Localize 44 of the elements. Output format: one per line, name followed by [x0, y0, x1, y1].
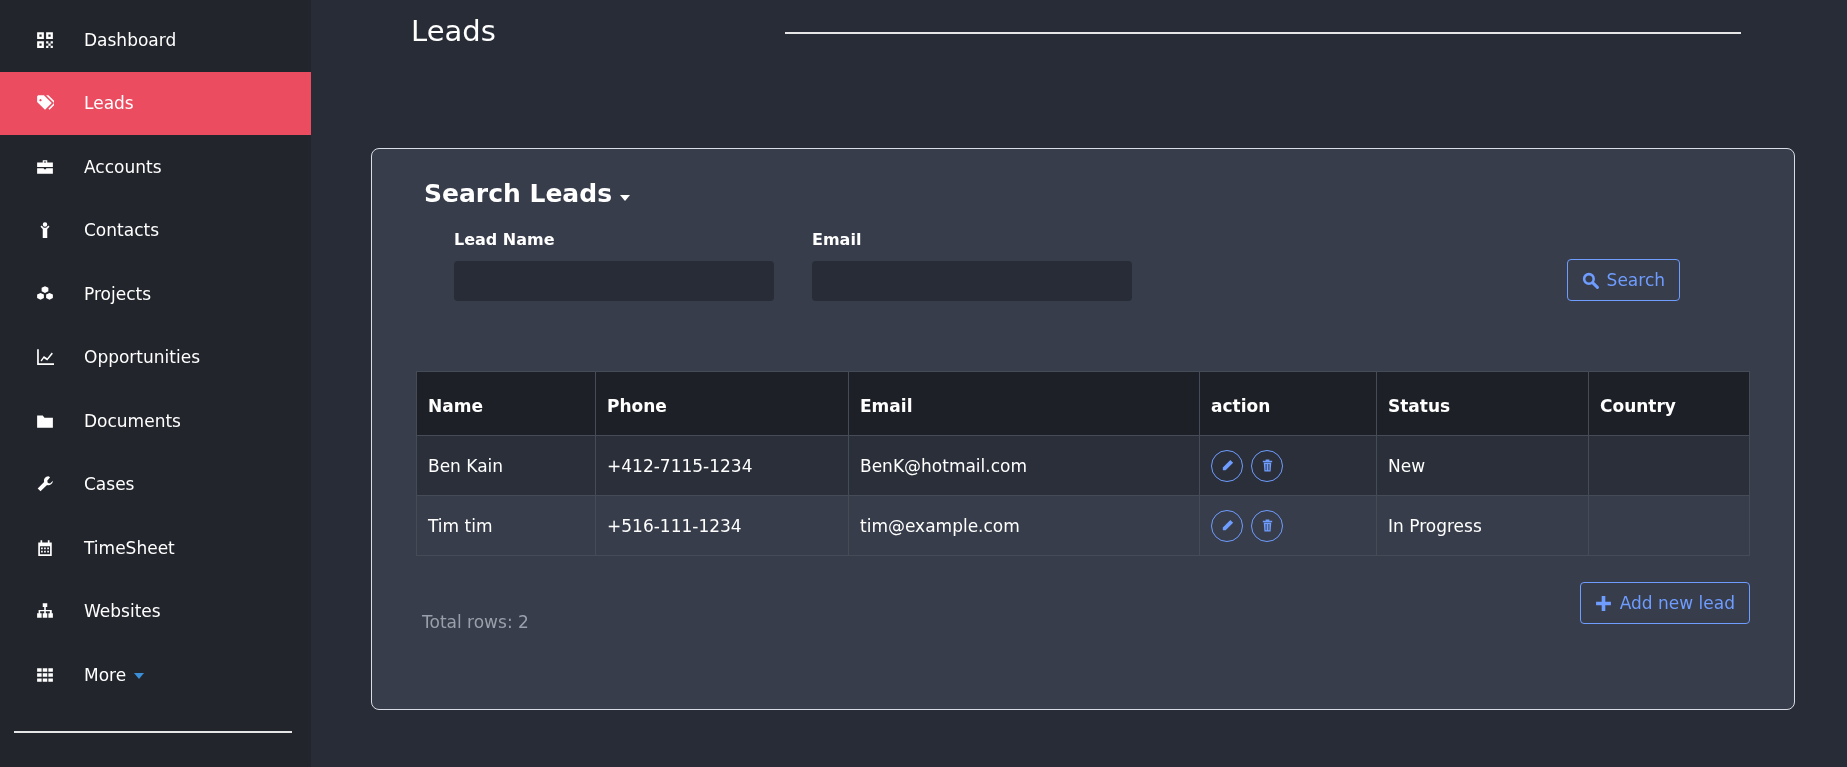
table-cell: +412-7115-1234 [595, 435, 849, 496]
table-cell: Ben Kain [416, 435, 596, 496]
grid-icon [36, 665, 54, 684]
panel-title: Search Leads [424, 179, 612, 208]
line-chart-icon [36, 348, 54, 367]
sidebar-item[interactable]: Cases [0, 452, 311, 516]
search-button[interactable]: Search [1566, 259, 1680, 301]
table-cell: tim@example.com [848, 495, 1200, 556]
column-header: action [1199, 371, 1377, 436]
caret-icon[interactable] [620, 194, 630, 201]
sidebar-item[interactable]: Leads [0, 71, 311, 135]
table-cell: In Progress [1376, 495, 1589, 556]
wrench-icon [36, 475, 54, 494]
row-count: Total rows: 2 [422, 612, 529, 632]
sidebar-item[interactable]: Contacts [0, 198, 311, 262]
column-header: Country [1588, 371, 1750, 436]
sidebar-item[interactable]: Dashboard [0, 8, 311, 72]
plus-icon [1594, 594, 1612, 612]
table-cell: New [1376, 435, 1589, 496]
table-cell: BenK@hotmail.com [848, 435, 1200, 496]
sidebar-item[interactable]: More [0, 643, 311, 707]
field-label: Lead Name [454, 230, 556, 249]
page-title: Leads [411, 14, 497, 48]
sitemap-icon [36, 602, 54, 621]
sidebar-item[interactable]: Documents [0, 389, 311, 453]
sidebar-item[interactable]: Projects [0, 262, 311, 326]
sidebar-item[interactable]: Opportunities [0, 325, 311, 389]
cubes-icon [36, 284, 54, 303]
briefcase-icon [36, 157, 54, 176]
table-cell: Tim tim [416, 495, 596, 556]
column-header: Status [1376, 371, 1589, 436]
qr-code-icon [36, 30, 54, 49]
sidebar-item[interactable]: Accounts [0, 135, 311, 199]
search-icon [1581, 271, 1599, 289]
sidebar-item[interactable]: Websites [0, 579, 311, 643]
table-cell: +516-111-1234 [595, 495, 849, 556]
sidebar-item[interactable]: TimeSheet [0, 516, 311, 580]
field-label: Email [812, 230, 863, 249]
calendar-icon [36, 538, 54, 557]
column-header: Email [848, 371, 1200, 436]
tags-icon [36, 94, 54, 113]
add-button[interactable]: Add new lead [1579, 582, 1750, 624]
column-header: Phone [595, 371, 849, 436]
column-header: Name [416, 371, 596, 436]
